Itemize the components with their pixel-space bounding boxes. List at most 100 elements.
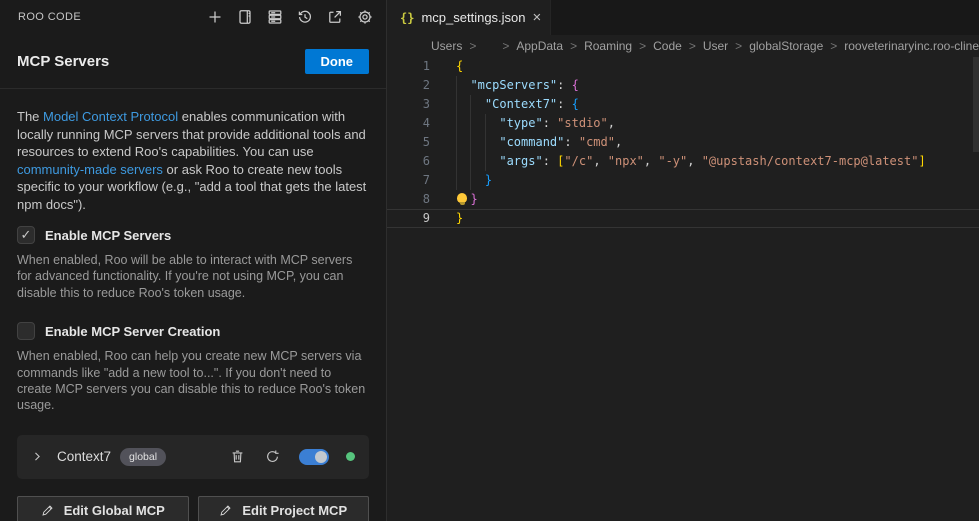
server-enabled-toggle[interactable]	[299, 449, 329, 465]
code-line-content: "mcpServers": {	[456, 76, 979, 95]
tab-mcp-settings-json[interactable]: {} mcp_settings.json ×	[387, 0, 551, 35]
page-title: MCP Servers	[17, 53, 109, 70]
line-number: 9	[387, 209, 430, 228]
prompts-notebook-icon[interactable]	[234, 6, 256, 28]
code-token: "-y"	[658, 154, 687, 168]
code-token: :	[543, 154, 557, 168]
code-line[interactable]: 8 }	[387, 190, 979, 209]
indent-guide	[470, 95, 471, 114]
line-number: 5	[387, 133, 430, 152]
indent-guide	[456, 114, 457, 133]
done-button[interactable]: Done	[305, 49, 370, 74]
code-line[interactable]: 3 "Context7": {	[387, 95, 979, 114]
code-line[interactable]: 2 "mcpServers": {	[387, 76, 979, 95]
tab-label: mcp_settings.json	[421, 10, 525, 25]
line-number: 1	[387, 57, 430, 76]
restart-server-refresh-icon[interactable]	[263, 448, 281, 466]
line-number: 3	[387, 95, 430, 114]
line-number: 4	[387, 114, 430, 133]
settings-gear-icon[interactable]	[354, 6, 376, 28]
edit-project-mcp-button[interactable]: Edit Project MCP	[198, 496, 370, 521]
code-token: ,	[593, 154, 607, 168]
code-token: :	[543, 116, 557, 130]
code-token: "@upstash/context7-mcp@latest"	[702, 154, 919, 168]
code-token: }	[456, 211, 463, 225]
new-task-plus-icon[interactable]	[204, 6, 226, 28]
code-line[interactable]: 9}	[387, 209, 979, 228]
indent-guide	[470, 114, 471, 133]
intro-paragraph: The Model Context Protocol enables commu…	[17, 108, 369, 213]
indent-guide	[485, 152, 486, 171]
breadcrumb-segment[interactable]: rooveterinaryinc.roo-cline	[844, 39, 979, 53]
code-line-content: }	[456, 171, 979, 190]
open-in-editor-icon[interactable]	[324, 6, 346, 28]
code-line[interactable]: 4 "type": "stdio",	[387, 114, 979, 133]
code-line[interactable]: 7 }	[387, 171, 979, 190]
history-icon[interactable]	[294, 6, 316, 28]
code-action-lightbulb-icon[interactable]	[457, 193, 467, 203]
indent-guide	[456, 171, 457, 190]
server-name: Context7	[57, 449, 111, 464]
code-line-content: "command": "cmd",	[456, 133, 979, 152]
code-token: :	[564, 135, 578, 149]
breadcrumb-segment[interactable]: AppData	[516, 39, 563, 53]
code-token: ,	[644, 154, 658, 168]
tab-close-icon[interactable]: ×	[533, 10, 542, 25]
enable-mcp-servers-label: Enable MCP Servers	[45, 228, 171, 243]
code-line[interactable]: 1{	[387, 57, 979, 76]
community-made-servers-link[interactable]: community-made servers	[17, 162, 163, 177]
enable-mcp-creation-row: Enable MCP Server Creation	[17, 322, 369, 340]
code-token	[456, 78, 470, 92]
chevron-right-icon[interactable]	[31, 450, 45, 464]
code-token: "cmd"	[579, 135, 615, 149]
code-line-content: "args": ["/c", "npx", "-y", "@upstash/co…	[456, 152, 979, 171]
breadcrumb: Users>>AppData>Roaming>Code>User>globalS…	[387, 35, 979, 57]
pencil-icon	[41, 504, 54, 517]
enable-mcp-creation-checkbox[interactable]	[17, 322, 35, 340]
code-line[interactable]: 6 "args": ["/c", "npx", "-y", "@upstash/…	[387, 152, 979, 171]
code-line-content: }	[456, 190, 979, 209]
line-number: 2	[387, 76, 430, 95]
editor-pane: {} mcp_settings.json × Users>>AppData>Ro…	[387, 0, 979, 521]
code-token	[456, 154, 499, 168]
intro-text: The	[17, 109, 43, 124]
panel-body: The Model Context Protocol enables commu…	[0, 89, 386, 521]
code-line[interactable]: 5 "command": "cmd",	[387, 133, 979, 152]
app-window: ROO CODE	[0, 0, 979, 521]
edit-global-mcp-button[interactable]: Edit Global MCP	[17, 496, 189, 521]
editor-scrollbar[interactable]	[973, 57, 979, 152]
line-number: 7	[387, 171, 430, 190]
code-token: "command"	[499, 135, 564, 149]
breadcrumb-segment[interactable]: Roaming	[584, 39, 632, 53]
code-token: :	[557, 78, 571, 92]
breadcrumb-segment[interactable]: User	[703, 39, 728, 53]
indent-guide	[456, 133, 457, 152]
model-context-protocol-link[interactable]: Model Context Protocol	[43, 109, 178, 124]
code-token: }	[470, 192, 477, 206]
mcp-servers-icon[interactable]	[264, 6, 286, 28]
enable-mcp-servers-checkbox[interactable]: ✓	[17, 226, 35, 244]
breadcrumb-separator: >	[830, 39, 837, 53]
delete-server-trash-icon[interactable]	[228, 448, 246, 466]
breadcrumb-segment[interactable]: globalStorage	[749, 39, 823, 53]
mcp-server-row-context7[interactable]: Context7 global	[17, 435, 369, 479]
code-token: ,	[615, 135, 622, 149]
code-token	[456, 135, 499, 149]
breadcrumb-segment[interactable]: Code	[653, 39, 682, 53]
breadcrumb-segment[interactable]: Users	[431, 39, 462, 53]
indent-guide	[485, 114, 486, 133]
panel-title: ROO CODE	[18, 11, 81, 23]
code-token: "Context7"	[485, 97, 557, 111]
code-area[interactable]: 1{2 "mcpServers": {3 "Context7": {4 "typ…	[387, 57, 979, 228]
code-line-content: {	[456, 57, 979, 76]
json-file-icon: {}	[400, 11, 414, 25]
edit-project-mcp-label: Edit Project MCP	[242, 503, 347, 518]
code-line-content: "Context7": {	[456, 95, 979, 114]
editor-tabbar: {} mcp_settings.json ×	[387, 0, 979, 35]
panel-titlebar: ROO CODE	[0, 0, 386, 34]
toggle-knob	[315, 451, 327, 463]
code-token	[456, 116, 499, 130]
panel-toolbar	[204, 6, 376, 28]
indent-guide	[470, 133, 471, 152]
code-token: ]	[918, 154, 925, 168]
